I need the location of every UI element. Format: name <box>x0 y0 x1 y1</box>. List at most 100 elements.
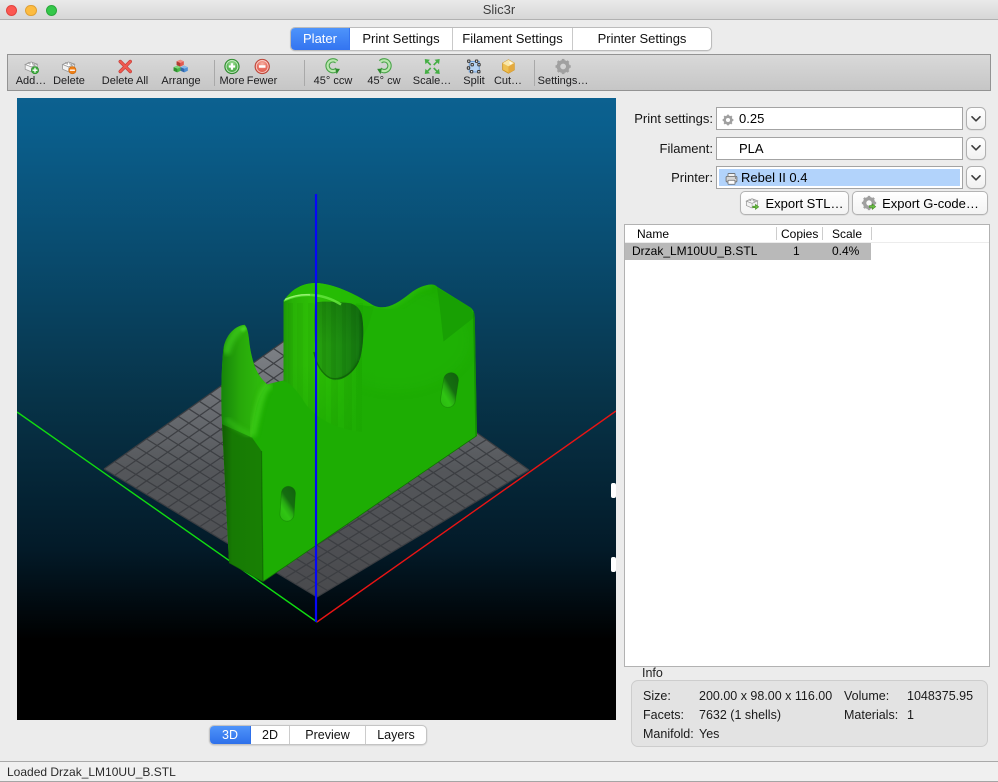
plater-3d-viewport[interactable] <box>17 98 616 720</box>
close-button[interactable] <box>6 5 18 17</box>
toolbar-button-arrange[interactable]: Arrange <box>161 56 200 89</box>
column-header-scale[interactable]: Scale <box>832 225 862 243</box>
tab-print-settings[interactable]: Print Settings <box>350 28 453 50</box>
column-separator <box>776 227 777 240</box>
info-volume-value: 1048375.95 <box>907 689 973 703</box>
export-stl-label: Export STL… <box>765 196 843 211</box>
rotate-ccw-icon <box>324 58 341 75</box>
settings-tabs: Plater Print Settings Filament Settings … <box>290 27 712 51</box>
toolbar: Add… Delete Delete All Arrange MoreFewer 45° … <box>7 54 991 91</box>
box-remove-icon <box>60 58 77 75</box>
view-mode-preview[interactable]: Preview <box>290 726 366 744</box>
column-separator <box>871 227 872 240</box>
scale-arrows-icon <box>424 58 441 75</box>
info-materials-label: Materials: <box>844 708 898 722</box>
red-cross-icon <box>116 58 133 75</box>
toolbar-label-more: More <box>219 75 244 87</box>
gear-export-icon <box>861 195 877 211</box>
tab-printer-settings[interactable]: Printer Settings <box>573 28 711 50</box>
filament-combo[interactable]: PLA <box>716 137 963 160</box>
toolbar-button-add[interactable]: Add… <box>16 56 47 89</box>
object-list-table: Name Copies Scale Drzak_LM10UU_B.STL 1 0… <box>624 224 990 667</box>
column-header-name[interactable]: Name <box>637 225 669 243</box>
info-size-label: Size: <box>643 689 671 703</box>
view-mode-layers[interactable]: Layers <box>366 726 426 744</box>
toolbar-label-delete: Delete <box>53 75 85 87</box>
cut-box-icon <box>500 58 517 75</box>
column-separator <box>822 227 823 240</box>
toolbar-button-split[interactable]: Split <box>463 56 484 89</box>
info-box: Size: 200.00 x 98.00 x 116.00 Volume: 10… <box>631 680 988 747</box>
printer-label: Printer: <box>600 170 713 186</box>
row-scale: 0.4% <box>832 243 859 261</box>
toolbar-button-more[interactable]: More <box>219 56 244 89</box>
toolbar-button-fewer[interactable]: Fewer <box>247 56 278 89</box>
zoom-button[interactable] <box>46 5 58 17</box>
column-header-copies[interactable]: Copies <box>781 225 818 243</box>
info-volume-label: Volume: <box>844 689 889 703</box>
toolbar-button-scale[interactable]: Scale… <box>413 56 452 89</box>
box-add-icon <box>22 58 39 75</box>
printer-icon <box>724 172 736 184</box>
info-section-title: Info <box>642 666 663 680</box>
print-settings-combo[interactable]: 0.25 <box>716 107 963 130</box>
toolbar-label-scale: Scale… <box>413 75 452 87</box>
toolbar-separator <box>214 60 215 86</box>
toolbar-button-cut[interactable]: Cut… <box>494 56 522 89</box>
row-copies: 1 <box>793 243 800 261</box>
view-mode-2d[interactable]: 2D <box>251 726 290 744</box>
viewport-scroll-mark <box>611 483 616 498</box>
toolbar-separator <box>534 60 535 86</box>
row-name: Drzak_LM10UU_B.STL <box>632 243 757 261</box>
split-icon <box>466 58 483 75</box>
export-gcode-label: Export G-code… <box>882 196 979 211</box>
filament-dropdown-button[interactable] <box>966 137 986 160</box>
print-settings-dropdown-button[interactable] <box>966 107 986 130</box>
toolbar-label-arrange: Arrange <box>161 75 200 87</box>
printer-combo[interactable]: Rebel II 0.4 <box>716 166 963 189</box>
toolbar-label-rotate-ccw: 45° ccw <box>314 75 353 87</box>
cubes-icon <box>172 58 189 75</box>
print-settings-value: 0.25 <box>739 111 764 126</box>
info-size-value: 200.00 x 98.00 x 116.00 <box>699 689 832 703</box>
info-facets-value: 7632 (1 shells) <box>699 708 781 722</box>
toolbar-button-settings[interactable]: Settings… <box>538 56 589 89</box>
tab-filament-settings[interactable]: Filament Settings <box>453 28 573 50</box>
toolbar-button-rotate-ccw[interactable]: 45° ccw <box>314 56 353 89</box>
toolbar-label-rotate-cw: 45° cw <box>367 75 400 87</box>
toolbar-label-cut: Cut… <box>494 75 522 87</box>
gear-icon <box>722 113 734 125</box>
toolbar-label-add: Add… <box>16 75 47 87</box>
info-facets-label: Facets: <box>643 708 684 722</box>
print-settings-label: Print settings: <box>600 111 713 127</box>
printer-dropdown-button[interactable] <box>966 166 986 189</box>
filament-value: PLA <box>739 141 764 156</box>
toolbar-label-settings: Settings… <box>538 75 589 87</box>
gear-icon <box>555 58 572 75</box>
table-header: Name Copies Scale <box>625 225 989 243</box>
info-manifold-value: Yes <box>699 727 719 741</box>
toolbar-button-delete[interactable]: Delete <box>53 56 85 89</box>
info-materials-value: 1 <box>907 708 914 722</box>
minimize-button[interactable] <box>25 5 37 17</box>
view-mode-switch: 3D 2D Preview Layers <box>209 725 427 745</box>
window-title: Slic3r <box>0 0 998 20</box>
plus-circle-icon <box>224 58 241 75</box>
toolbar-button-delete-all[interactable]: Delete All <box>102 56 148 89</box>
toolbar-separator <box>304 60 305 86</box>
toolbar-label-fewer: Fewer <box>247 75 278 87</box>
viewport-scroll-mark <box>611 557 616 572</box>
export-stl-button[interactable]: Export STL… <box>740 191 849 215</box>
table-row[interactable]: Drzak_LM10UU_B.STL 1 0.4% <box>625 243 989 261</box>
rotate-cw-icon <box>375 58 392 75</box>
box-export-icon <box>744 195 760 211</box>
toolbar-button-rotate-cw[interactable]: 45° cw <box>367 56 400 89</box>
tab-plater[interactable]: Plater <box>291 28 350 50</box>
title-bar: Slic3r <box>0 0 998 20</box>
view-mode-3d[interactable]: 3D <box>210 726 251 744</box>
export-gcode-button[interactable]: Export G-code… <box>852 191 988 215</box>
status-text: Loaded Drzak_LM10UU_B.STL <box>7 765 998 779</box>
info-manifold-label: Manifold: <box>643 727 694 741</box>
toolbar-label-delete-all: Delete All <box>102 75 148 87</box>
printer-value: Rebel II 0.4 <box>741 170 808 185</box>
